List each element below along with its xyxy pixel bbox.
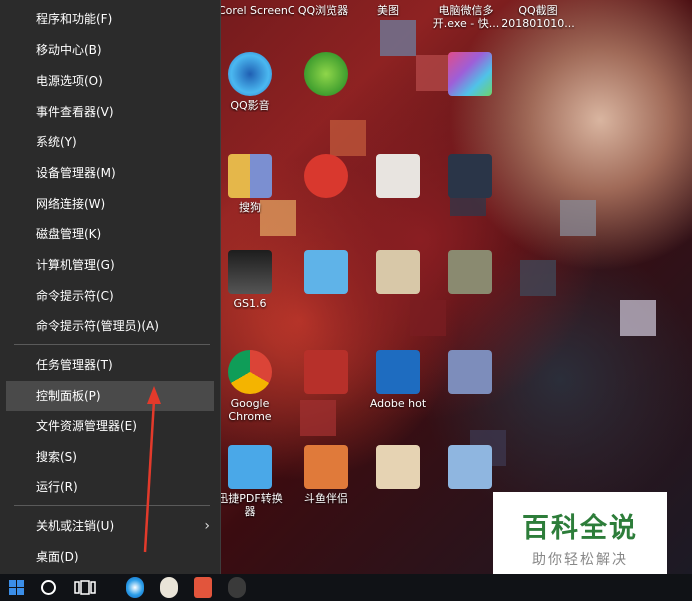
watermark-title: 百科全说 xyxy=(522,513,638,544)
cortana-icon[interactable] xyxy=(40,579,57,600)
qq-browser-taskbar-icon[interactable] xyxy=(126,577,144,598)
taskbar xyxy=(0,574,692,601)
windows-start-icon[interactable] xyxy=(9,580,24,601)
baike-watermark: 百科全说 助你轻松解决 xyxy=(493,492,667,576)
watermark-subtitle: 助你轻松解决 xyxy=(532,552,628,568)
app-taskbar-icon[interactable] xyxy=(194,577,212,598)
task-view-icon[interactable] xyxy=(74,580,96,601)
qq-taskbar-icon[interactable] xyxy=(228,577,246,598)
red-annotation-arrow xyxy=(143,386,161,553)
app-taskbar-icon[interactable] xyxy=(160,577,178,598)
